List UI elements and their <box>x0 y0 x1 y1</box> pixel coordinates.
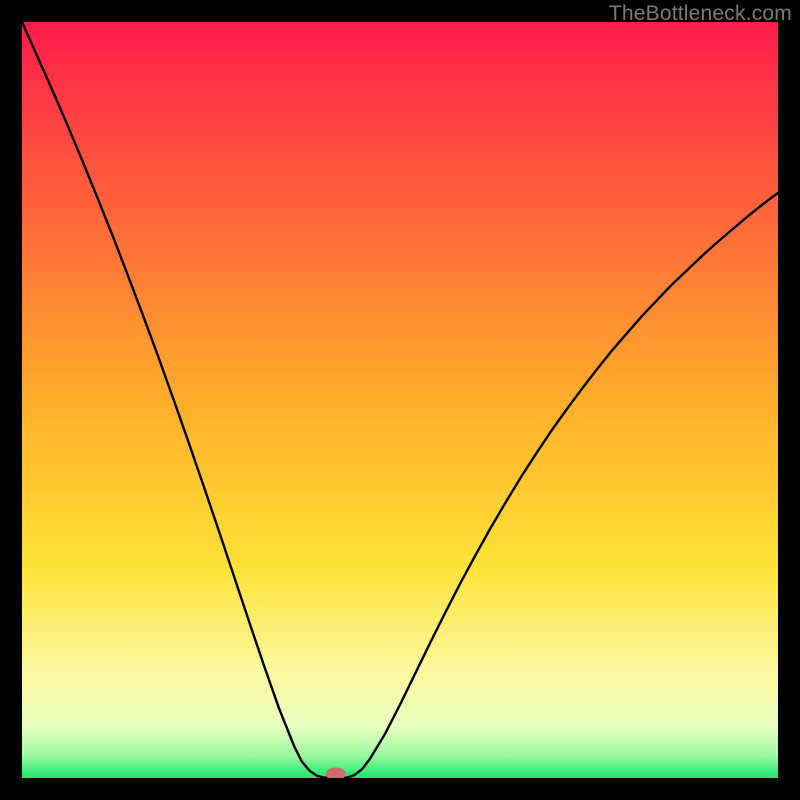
chart-frame <box>22 22 778 778</box>
watermark-text: TheBottleneck.com <box>609 2 792 26</box>
gradient-background <box>22 22 778 778</box>
bottleneck-chart <box>22 22 778 778</box>
